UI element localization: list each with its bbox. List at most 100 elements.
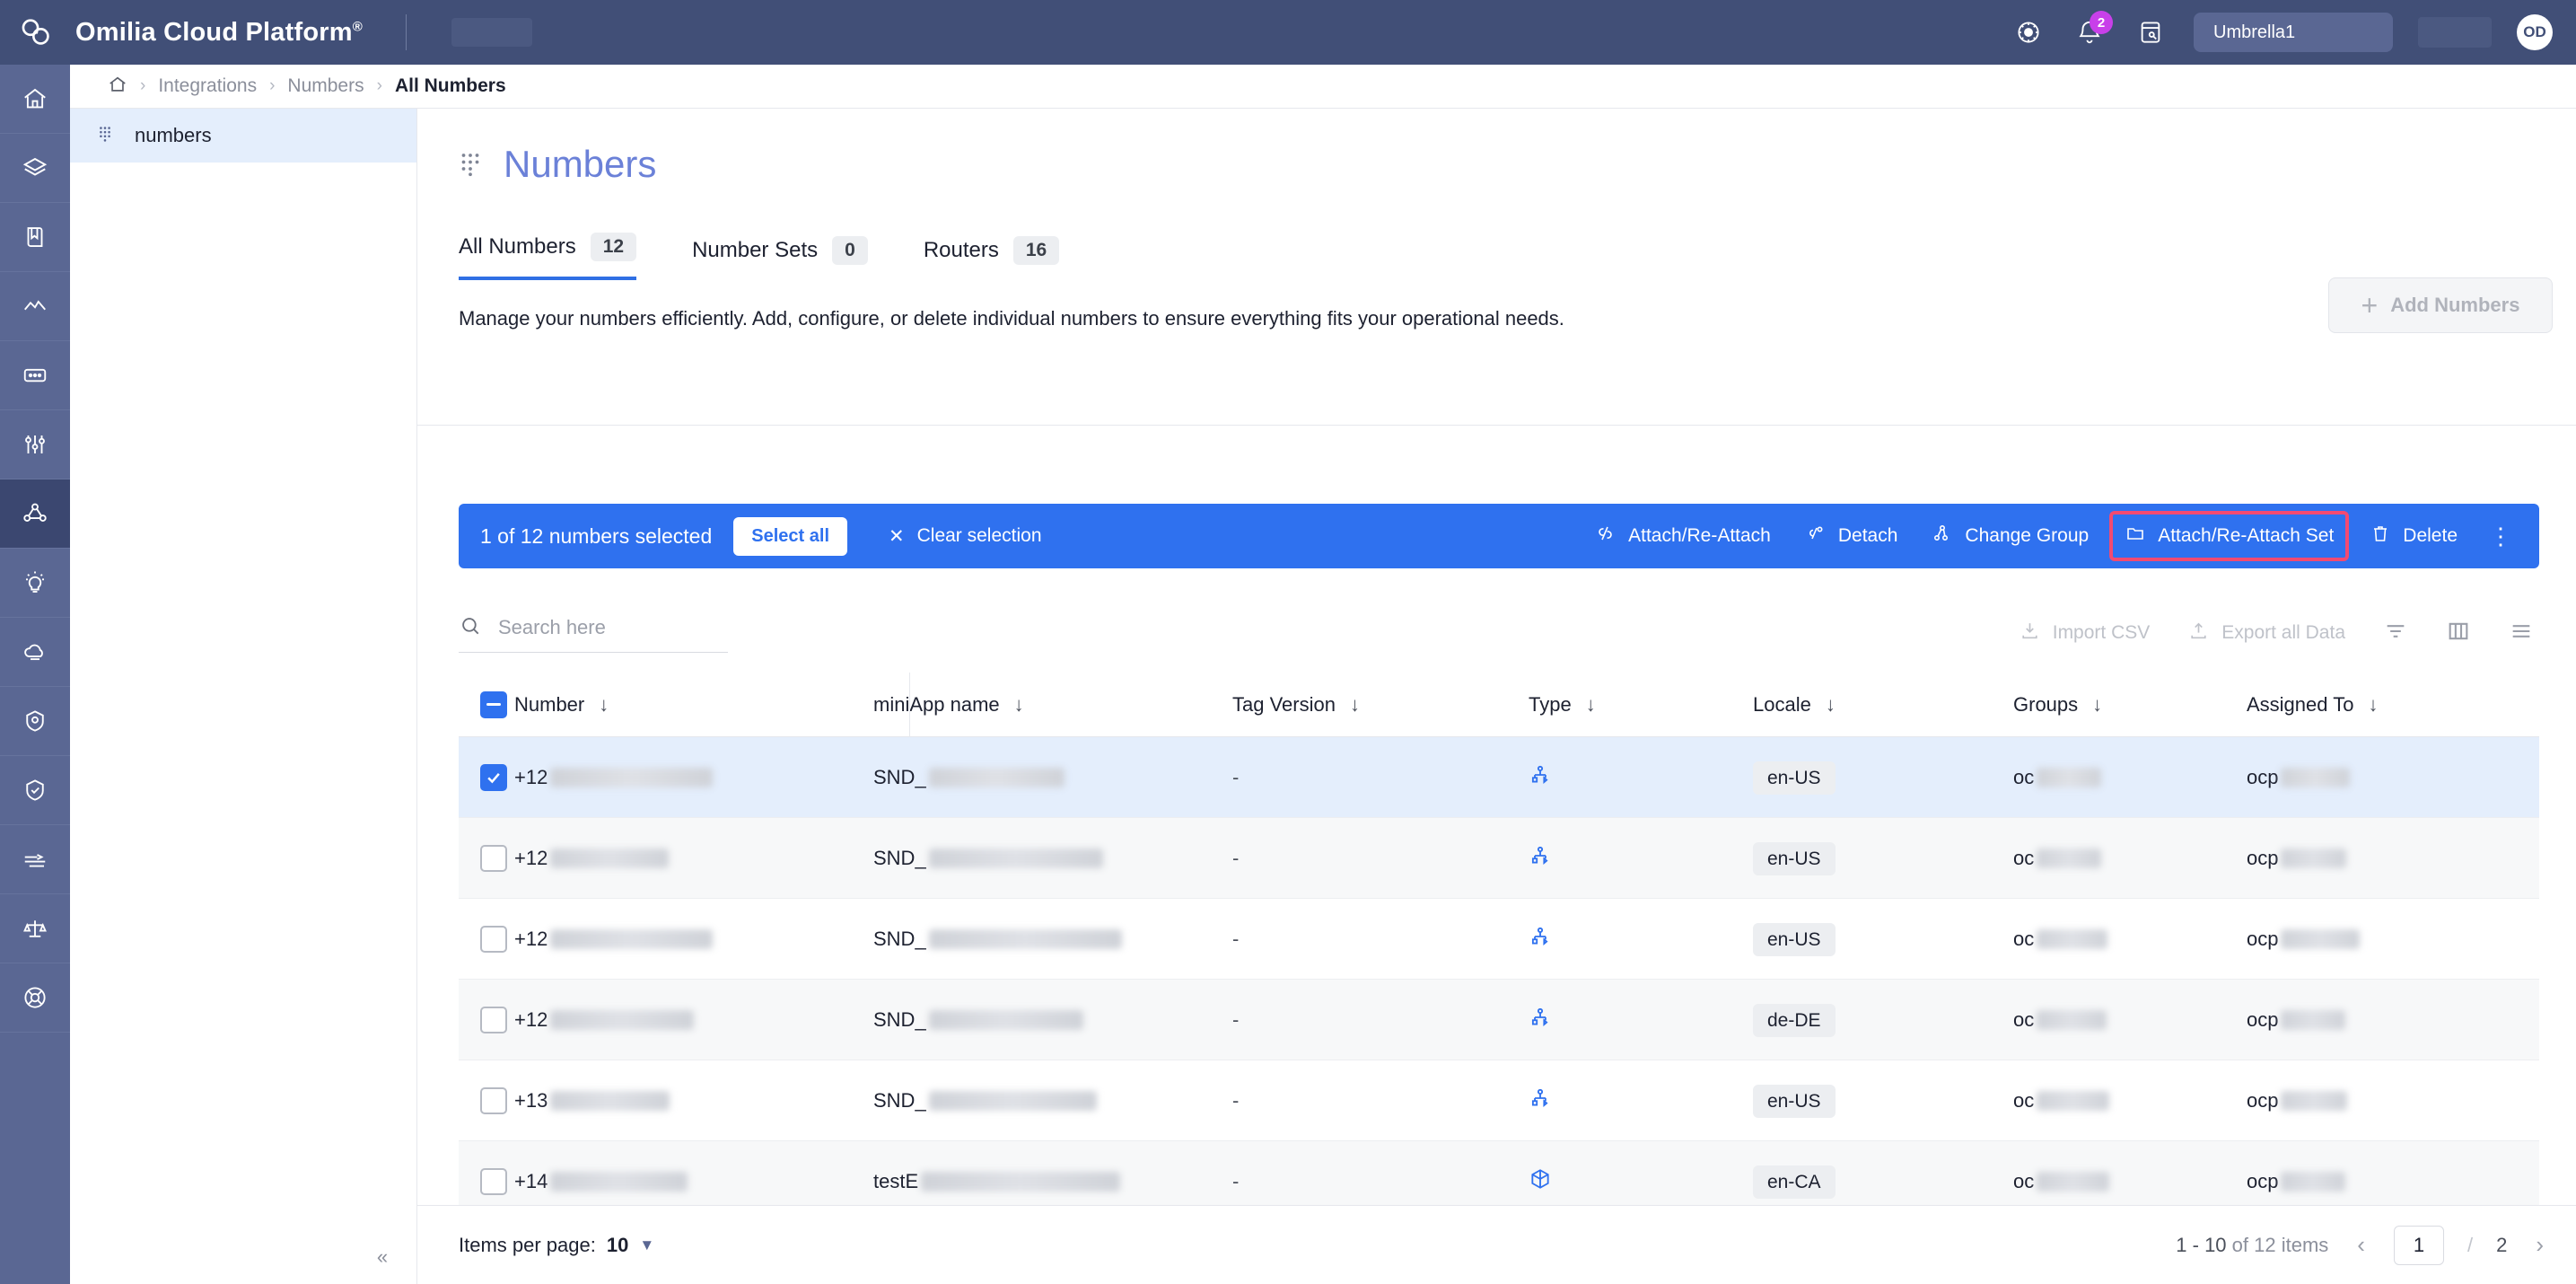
header-locale[interactable]: Locale ↓ bbox=[1753, 693, 2013, 717]
rail-item-lifebuoy[interactable] bbox=[0, 963, 70, 1033]
rail-item-scales[interactable] bbox=[0, 894, 70, 963]
cell-groups: oc bbox=[2013, 1170, 2247, 1193]
cell-miniapp-text: SND_ bbox=[873, 1008, 926, 1032]
header-groups[interactable]: Groups ↓ bbox=[2013, 693, 2247, 717]
rail-item-cloud[interactable] bbox=[0, 618, 70, 687]
export-all-data-button[interactable]: Export all Data bbox=[2187, 620, 2345, 647]
row-checkbox[interactable] bbox=[459, 1168, 514, 1195]
tab-routers[interactable]: Routers 16 bbox=[924, 236, 1059, 280]
left-panel-item-numbers[interactable]: numbers bbox=[70, 109, 416, 163]
delete-button[interactable]: Delete bbox=[2356, 513, 2471, 559]
cell-miniapp-text: testE bbox=[873, 1170, 918, 1193]
cell-tag-text: - bbox=[1232, 1008, 1239, 1031]
row-checkbox[interactable] bbox=[459, 764, 514, 791]
cell-tag-text: - bbox=[1232, 1170, 1239, 1192]
attach-reattach-label: Attach/Re-Attach bbox=[1628, 525, 1771, 547]
density-icon[interactable] bbox=[2509, 619, 2534, 648]
breadcrumb-item-numbers[interactable]: Numbers bbox=[287, 75, 364, 97]
items-per-page-selector[interactable]: Items per page: 10 ▼ bbox=[459, 1234, 654, 1257]
checkbox-unchecked[interactable] bbox=[480, 1168, 507, 1195]
redacted-miniapp bbox=[929, 1091, 1098, 1111]
table-row[interactable]: +12 SND_ - en-US oc ocp bbox=[459, 737, 2539, 818]
search-input[interactable]: Search here bbox=[459, 614, 728, 653]
header-type[interactable]: Type ↓ bbox=[1529, 693, 1753, 717]
rail-item-settings-user[interactable] bbox=[0, 687, 70, 756]
omilia-logo-icon bbox=[18, 13, 56, 51]
header-miniapp-name[interactable]: miniApp name ↓ bbox=[873, 693, 1232, 717]
note-edit-icon[interactable] bbox=[2133, 14, 2169, 50]
header-miniapp-label: miniApp name bbox=[873, 693, 1000, 717]
checkbox-unchecked[interactable] bbox=[480, 1007, 507, 1033]
rail-item-analytics[interactable] bbox=[0, 272, 70, 341]
selection-actions: Attach/Re-Attach Detach Change Group Att… bbox=[1582, 511, 2523, 561]
redacted-number bbox=[550, 1172, 687, 1192]
import-csv-button[interactable]: Import CSV bbox=[2019, 620, 2151, 647]
tab-number-sets[interactable]: Number Sets 0 bbox=[692, 236, 868, 280]
rail-item-sliders[interactable] bbox=[0, 410, 70, 479]
locale-chip: en-US bbox=[1753, 761, 1836, 795]
table-row[interactable]: +13 SND_ - en-US oc ocp bbox=[459, 1060, 2539, 1141]
cell-number: +14 bbox=[514, 1170, 873, 1193]
table-row[interactable]: +12 SND_ - de-DE oc ocp bbox=[459, 980, 2539, 1060]
tab-routers-count: 16 bbox=[1013, 236, 1059, 265]
header-assigned-to[interactable]: Assigned To ↓ bbox=[2247, 693, 2516, 717]
cell-assigned-text: ocp bbox=[2247, 928, 2278, 951]
clear-selection-button[interactable]: ✕ Clear selection bbox=[889, 525, 1042, 548]
left-panel: numbers « bbox=[70, 109, 417, 1284]
rail-item-layers[interactable] bbox=[0, 134, 70, 203]
checkbox-unchecked[interactable] bbox=[480, 1087, 507, 1114]
rail-item-dialog[interactable] bbox=[0, 341, 70, 410]
row-checkbox[interactable] bbox=[459, 926, 514, 953]
rail-item-lightbulb[interactable] bbox=[0, 549, 70, 618]
select-all-button[interactable]: Select all bbox=[733, 517, 847, 556]
avatar[interactable]: OD bbox=[2517, 14, 2553, 50]
filter-icon[interactable] bbox=[2383, 619, 2408, 648]
checkbox-unchecked[interactable] bbox=[480, 926, 507, 953]
collapse-panel-button[interactable]: « bbox=[364, 1239, 400, 1275]
columns-icon[interactable] bbox=[2446, 619, 2471, 648]
home-icon[interactable] bbox=[108, 75, 127, 99]
cell-miniapp-text: SND_ bbox=[873, 928, 926, 951]
header-select-all-checkbox[interactable] bbox=[459, 691, 514, 718]
row-checkbox[interactable] bbox=[459, 1007, 514, 1033]
checkbox-indeterminate[interactable] bbox=[480, 691, 507, 718]
rail-item-integrations[interactable] bbox=[0, 479, 70, 549]
group-icon bbox=[1932, 523, 1953, 550]
page-title: Numbers bbox=[504, 143, 656, 186]
checkbox-checked[interactable] bbox=[480, 764, 507, 791]
table-row[interactable]: +12 SND_ - en-US oc ocp bbox=[459, 818, 2539, 899]
numbers-table: Number ↓ miniApp name ↓ Tag Version ↓ Ty… bbox=[459, 673, 2539, 1222]
header-tag-version[interactable]: Tag Version ↓ bbox=[1232, 693, 1529, 717]
change-group-button[interactable]: Change Group bbox=[1918, 513, 2102, 559]
next-page-button[interactable]: › bbox=[2530, 1231, 2549, 1259]
table-row[interactable]: +12 SND_ - en-US oc ocp bbox=[459, 899, 2539, 980]
rail-item-home[interactable] bbox=[0, 65, 70, 134]
checkbox-unchecked[interactable] bbox=[480, 845, 507, 872]
tab-all-numbers[interactable]: All Numbers 12 bbox=[459, 233, 636, 280]
prev-page-button[interactable]: ‹ bbox=[2352, 1231, 2370, 1259]
more-actions-icon[interactable]: ⋮ bbox=[2478, 524, 2523, 548]
attach-reattach-button[interactable]: Attach/Re-Attach bbox=[1582, 513, 1784, 559]
cell-miniapp-text: SND_ bbox=[873, 1089, 926, 1113]
theme-icon[interactable] bbox=[2011, 14, 2046, 50]
cell-assigned-to: ocp bbox=[2247, 1170, 2516, 1193]
cell-groups-text: oc bbox=[2013, 1089, 2034, 1113]
detach-button[interactable]: Detach bbox=[1792, 513, 1912, 559]
current-page-input[interactable]: 1 bbox=[2394, 1226, 2444, 1265]
attach-reattach-set-button[interactable]: Attach/Re-Attach Set bbox=[2109, 511, 2349, 561]
cell-tag-version: - bbox=[1232, 1089, 1529, 1113]
header-column-divider bbox=[909, 673, 910, 737]
header-number[interactable]: Number ↓ bbox=[514, 693, 873, 717]
bell-icon[interactable]: 2 bbox=[2072, 14, 2107, 50]
rail-item-stack-lines[interactable] bbox=[0, 825, 70, 894]
delete-label: Delete bbox=[2403, 525, 2458, 547]
cell-number-text: +12 bbox=[514, 1008, 548, 1032]
left-panel-item-label: numbers bbox=[135, 124, 212, 147]
tenant-selector[interactable]: Umbrella1 bbox=[2194, 13, 2393, 52]
breadcrumb-item-integrations[interactable]: Integrations bbox=[158, 75, 257, 97]
row-checkbox[interactable] bbox=[459, 845, 514, 872]
rail-item-badge-check[interactable] bbox=[0, 756, 70, 825]
add-numbers-button[interactable]: + Add Numbers bbox=[2328, 277, 2553, 333]
rail-item-book[interactable] bbox=[0, 203, 70, 272]
row-checkbox[interactable] bbox=[459, 1087, 514, 1114]
